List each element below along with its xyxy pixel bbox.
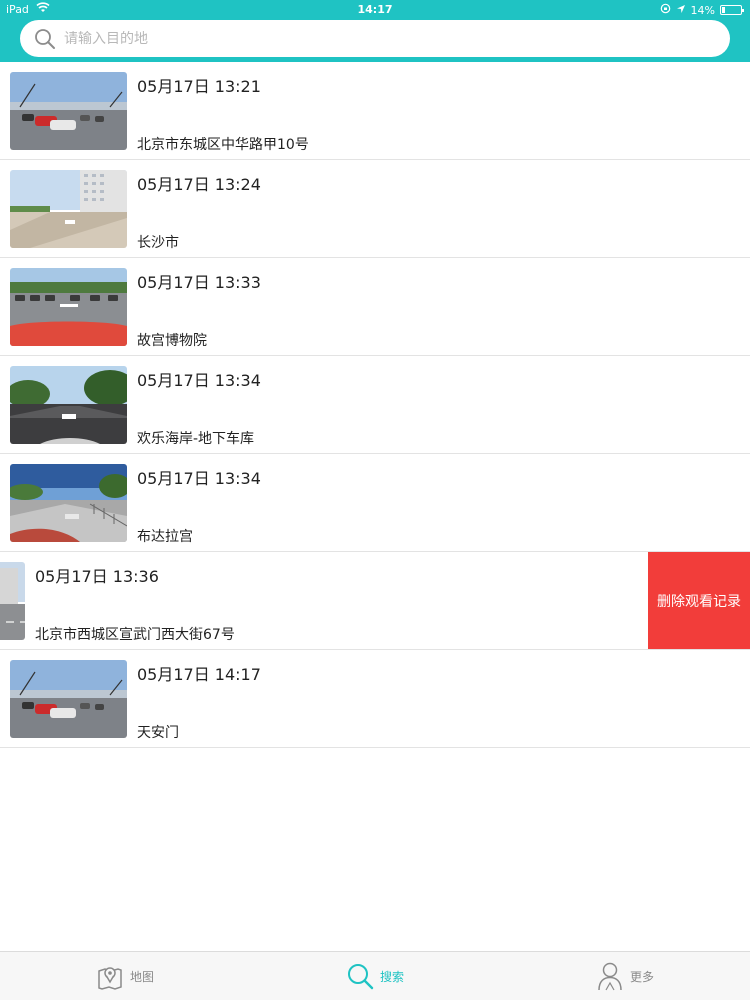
tab-more[interactable]: 更多 bbox=[500, 952, 750, 1000]
history-row-content[interactable]: 05月17日 13:24 长沙市 bbox=[0, 160, 750, 257]
history-row[interactable]: 05月17日 13:34 欢乐海岸-地下车库 bbox=[0, 356, 750, 454]
history-datetime: 05月17日 13:24 bbox=[137, 175, 261, 194]
delete-history-button[interactable]: 删除观看记录 bbox=[648, 552, 750, 649]
tab-map-label: 地图 bbox=[129, 969, 154, 984]
history-datetime: 05月17日 13:21 bbox=[137, 77, 261, 96]
search-icon bbox=[34, 28, 56, 50]
status-right: 14% bbox=[660, 3, 744, 17]
header-bar: iPad 14:17 14% bbox=[0, 0, 750, 62]
tab-bar: 地图 搜索 更多 bbox=[0, 951, 750, 1000]
rotation-lock-icon bbox=[660, 3, 671, 17]
search-bar[interactable] bbox=[20, 20, 730, 57]
status-time: 14:17 bbox=[357, 3, 393, 16]
history-row[interactable]: 05月17日 13:21 北京市东城区中华路甲10号 bbox=[0, 62, 750, 160]
battery-percent: 14% bbox=[690, 3, 715, 17]
history-datetime: 05月17日 13:33 bbox=[137, 273, 261, 292]
history-datetime: 05月17日 14:17 bbox=[137, 665, 261, 684]
history-place: 长沙市 bbox=[137, 235, 179, 251]
history-row-content[interactable]: 05月17日 13:36 北京市西城区宣武门西大街67号 bbox=[0, 552, 648, 649]
tab-search[interactable]: 搜索 bbox=[250, 952, 500, 1000]
history-place: 北京市西城区宣武门西大街67号 bbox=[35, 627, 235, 643]
street-view-thumbnail bbox=[0, 562, 25, 640]
search-icon bbox=[346, 962, 374, 990]
history-datetime: 05月17日 13:36 bbox=[35, 567, 159, 586]
history-row[interactable]: 05月17日 13:33 故宫博物院 bbox=[0, 258, 750, 356]
street-view-thumbnail bbox=[10, 464, 127, 542]
history-datetime: 05月17日 13:34 bbox=[137, 371, 261, 390]
history-row[interactable]: 05月17日 13:24 长沙市 bbox=[0, 160, 750, 258]
history-place: 欢乐海岸-地下车库 bbox=[137, 431, 255, 447]
street-view-thumbnail bbox=[10, 660, 127, 738]
history-place: 天安门 bbox=[137, 725, 179, 741]
history-place: 布达拉宫 bbox=[137, 529, 193, 545]
status-bar: iPad 14:17 14% bbox=[0, 0, 750, 18]
history-row[interactable]: 05月17日 13:36 北京市西城区宣武门西大街67号 删除观看记录 bbox=[0, 552, 750, 650]
history-row-content[interactable]: 05月17日 13:33 故宫博物院 bbox=[0, 258, 750, 355]
history-row-content[interactable]: 05月17日 14:17 天安门 bbox=[0, 650, 750, 747]
history-place: 北京市东城区中华路甲10号 bbox=[137, 137, 309, 153]
map-pin-icon bbox=[96, 962, 124, 990]
tab-search-label: 搜索 bbox=[379, 969, 404, 984]
history-row[interactable]: 05月17日 14:17 天安门 bbox=[0, 650, 750, 748]
tab-map[interactable]: 地图 bbox=[0, 952, 250, 1000]
street-view-thumbnail bbox=[10, 72, 127, 150]
history-row-content[interactable]: 05月17日 13:34 布达拉宫 bbox=[0, 454, 750, 551]
street-view-thumbnail bbox=[10, 268, 127, 346]
user-icon bbox=[596, 961, 624, 991]
history-datetime: 05月17日 13:34 bbox=[137, 469, 261, 488]
tab-more-label: 更多 bbox=[629, 969, 654, 984]
history-place: 故宫博物院 bbox=[137, 333, 207, 349]
app-root: iPad 14:17 14% 05月17日 13:21北京市 bbox=[0, 0, 750, 1000]
history-row[interactable]: 05月17日 13:34 布达拉宫 bbox=[0, 454, 750, 552]
history-row-content[interactable]: 05月17日 13:21 北京市东城区中华路甲10号 bbox=[0, 62, 750, 159]
location-arrow-icon bbox=[676, 4, 686, 17]
search-input[interactable] bbox=[64, 30, 664, 47]
history-row-content[interactable]: 05月17日 13:34 欢乐海岸-地下车库 bbox=[0, 356, 750, 453]
history-list: 05月17日 13:21 北京市东城区中华路甲10号 05月17日 13:24 长沙市… bbox=[0, 62, 750, 748]
street-view-thumbnail bbox=[10, 170, 127, 248]
street-view-thumbnail bbox=[10, 366, 127, 444]
battery-icon bbox=[720, 5, 744, 15]
